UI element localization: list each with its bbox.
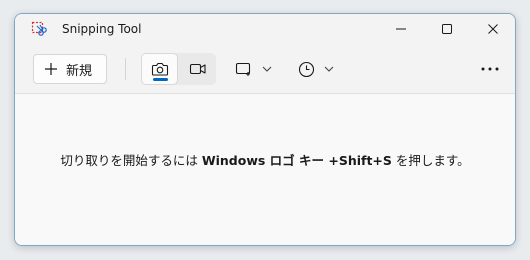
snipping-tool-window: Snipping Tool 新規 切り取りを開始するには Windows ロゴ … [14, 13, 516, 246]
selected-mode-indicator [153, 78, 168, 81]
close-button[interactable] [471, 14, 515, 44]
chevron-down-icon [262, 66, 272, 72]
close-icon [488, 24, 498, 34]
video-camera-icon [189, 63, 206, 75]
minimize-icon [396, 28, 406, 30]
capture-area: 切り取りを開始するには Windows ロゴ キー +Shift+S を押します… [15, 94, 515, 245]
more-horizontal-icon [481, 67, 499, 71]
delay-dropdown[interactable] [298, 54, 334, 84]
more-options-button[interactable] [477, 54, 503, 84]
maximize-button[interactable] [425, 14, 469, 44]
snip-mode-dropdown[interactable] [235, 54, 272, 84]
maximize-icon [442, 24, 452, 34]
hint-text-before: 切り取りを開始するには [60, 153, 202, 168]
clock-icon [298, 61, 315, 77]
title-bar[interactable]: Snipping Tool [15, 14, 515, 44]
new-snip-label: 新規 [66, 63, 93, 79]
screenshot-mode-button[interactable] [141, 53, 178, 85]
minimize-button[interactable] [379, 14, 423, 44]
snipping-tool-app-icon [31, 21, 47, 36]
capture-mode-group [141, 53, 216, 85]
app-title: Snipping Tool [62, 22, 142, 36]
hint-text-after: を押します。 [391, 153, 470, 168]
toolbar-divider [125, 58, 126, 80]
toolbar: 新規 [15, 44, 515, 94]
video-mode-button[interactable] [179, 53, 216, 85]
plus-icon [44, 62, 58, 76]
new-snip-button[interactable]: 新規 [33, 54, 107, 84]
capture-hint-text: 切り取りを開始するには Windows ロゴ キー +Shift+S を押します… [15, 150, 515, 169]
camera-icon [151, 62, 168, 76]
rectangle-snip-icon [235, 62, 251, 76]
chevron-down-icon [324, 66, 334, 72]
hint-shortcut-key: Windows ロゴ キー +Shift+S [201, 153, 392, 168]
